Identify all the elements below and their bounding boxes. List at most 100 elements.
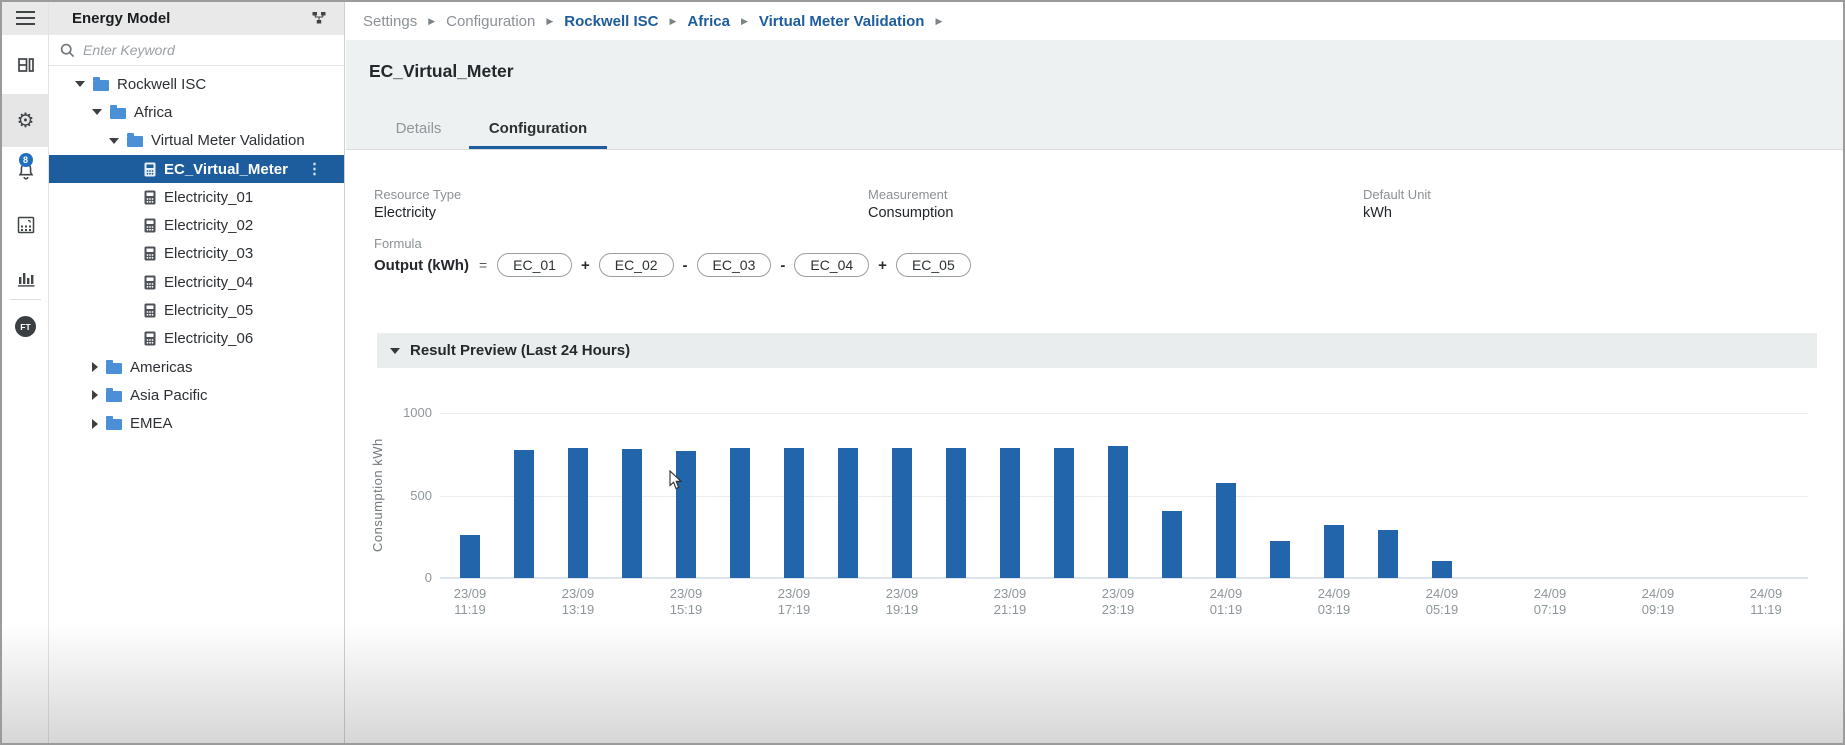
breadcrumb-item-virtual-meter-validation[interactable]: Virtual Meter Validation	[759, 13, 925, 30]
meter-panel-button[interactable]	[2, 207, 49, 247]
chart-bar	[460, 535, 480, 578]
tree-item-emea[interactable]: EMEA	[49, 410, 344, 438]
energy-model-tree: Rockwell ISC Africa Virtual Meter Validati…	[49, 70, 344, 438]
chart-bar	[1000, 448, 1020, 578]
energy-model-sidebar: Energy Model Rockwell ISC Africa Virtual M…	[49, 2, 345, 743]
chart-bar	[1216, 483, 1236, 578]
analytics-button[interactable]	[2, 260, 49, 300]
factorytalk-logo[interactable]: FT	[15, 316, 36, 337]
tree-item-label: Virtual Meter Validation	[151, 132, 305, 149]
field-value: Electricity	[374, 205, 461, 221]
tree-item-electricity-03[interactable]: Electricity_03	[49, 240, 344, 268]
icon-rail: ⚙ 8	[2, 2, 49, 743]
settings-button[interactable]: ⚙	[2, 100, 49, 140]
breadcrumb-item-africa[interactable]: Africa	[687, 13, 730, 30]
tree-item-label: Africa	[134, 104, 172, 121]
formula-chip-ec-05[interactable]: EC_05	[896, 253, 971, 277]
folder-icon	[110, 108, 126, 119]
x-tick-date: 24/09	[1397, 586, 1487, 602]
x-tick-label: 23/0911:19	[425, 586, 515, 618]
tree-item-electricity-02[interactable]: Electricity_02	[49, 211, 344, 239]
x-tick-label: 23/0917:19	[749, 586, 839, 618]
tree-item-electricity-05[interactable]: Electricity_05	[49, 296, 344, 324]
caret-right-icon[interactable]	[92, 419, 98, 429]
meter-icon	[144, 303, 156, 318]
breadcrumb-item-configuration[interactable]: Configuration	[446, 13, 535, 30]
meter-icon	[144, 162, 156, 177]
hamburger-menu-button[interactable]	[2, 0, 49, 40]
tree-item-label: Electricity_03	[164, 245, 253, 262]
breadcrumb-separator-icon: ▶	[935, 16, 942, 27]
sidebar-search	[49, 35, 344, 66]
tab-details[interactable]: Details	[376, 107, 461, 149]
formula-chip-ec-03[interactable]: EC_03	[697, 253, 772, 277]
notifications-button[interactable]: 8	[2, 153, 49, 193]
x-tick-time: 11:19	[1721, 602, 1811, 618]
tree-item-africa[interactable]: Africa	[49, 98, 344, 126]
search-input[interactable]	[83, 42, 303, 58]
x-tick-time: 19:19	[857, 602, 947, 618]
gear-icon: ⚙	[17, 108, 35, 133]
result-preview-header[interactable]: Result Preview (Last 24 Hours)	[377, 333, 1817, 368]
sidebar-title: Energy Model	[72, 10, 170, 27]
chart-bar	[1108, 446, 1128, 578]
x-tick-label: 24/0901:19	[1181, 586, 1271, 618]
tab-configuration[interactable]: Configuration	[469, 107, 607, 149]
page-header: EC_Virtual_Meter Details Configuration	[346, 40, 1843, 150]
kebab-menu-icon[interactable]: ⋮	[307, 162, 322, 177]
chart-bar	[1054, 448, 1074, 578]
chart-bar	[1270, 541, 1290, 578]
chart-bar	[946, 448, 966, 578]
breadcrumb-item-rockwell-isc[interactable]: Rockwell ISC	[564, 13, 658, 30]
chart-bar	[514, 450, 534, 578]
caret-down-icon[interactable]	[75, 81, 85, 87]
tree-item-electricity-04[interactable]: Electricity_04	[49, 268, 344, 296]
formula-chip-ec-01[interactable]: EC_01	[497, 253, 572, 277]
tree-item-asia-pacific[interactable]: Asia Pacific	[49, 381, 344, 409]
caret-down-icon[interactable]	[92, 109, 102, 115]
x-tick-time: 21:19	[965, 602, 1055, 618]
x-tick-date: 23/09	[857, 586, 947, 602]
tree-item-rockwell-isc[interactable]: Rockwell ISC	[49, 70, 344, 98]
app-window: ⚙ 8	[0, 0, 1845, 745]
breadcrumb-item-settings[interactable]: Settings	[363, 13, 417, 30]
folder-icon	[93, 80, 109, 91]
tree-item-virtual-meter-validation[interactable]: Virtual Meter Validation	[49, 127, 344, 155]
rail-divider	[10, 299, 41, 300]
tree-item-label: Electricity_06	[164, 330, 253, 347]
caret-right-icon[interactable]	[92, 390, 98, 400]
x-tick-label: 24/0909:19	[1613, 586, 1703, 618]
formula-output-label: Output (kWh)	[374, 257, 469, 274]
tree-item-electricity-06[interactable]: Electricity_06	[49, 325, 344, 353]
formula-chip-ec-04[interactable]: EC_04	[794, 253, 869, 277]
x-tick-time: 05:19	[1397, 602, 1487, 618]
search-icon	[60, 43, 75, 58]
formula-terms: EC_01+EC_02-EC_03-EC_04+EC_05	[497, 253, 971, 277]
x-tick-time: 17:19	[749, 602, 839, 618]
tree-item-ec-virtual-meter[interactable]: EC_Virtual_Meter⋮	[49, 155, 344, 183]
chart-bar	[1162, 511, 1182, 578]
caret-right-icon[interactable]	[92, 362, 98, 372]
y-tick-label: 1000	[387, 405, 432, 420]
x-tick-time: 11:19	[425, 602, 515, 618]
formula-operator: -	[683, 257, 688, 274]
meter-icon	[144, 218, 156, 233]
tree-item-label: Electricity_05	[164, 302, 253, 319]
formula-chip-ec-02[interactable]: EC_02	[599, 253, 674, 277]
chart-bar	[1378, 530, 1398, 578]
tree-item-label: Rockwell ISC	[117, 76, 206, 93]
formula-operator: -	[780, 257, 785, 274]
folder-icon	[127, 136, 143, 147]
caret-down-icon[interactable]	[109, 138, 119, 144]
x-tick-time: 15:19	[641, 602, 731, 618]
tree-item-electricity-01[interactable]: Electricity_01	[49, 183, 344, 211]
x-tick-date: 23/09	[965, 586, 1055, 602]
folder-icon	[106, 363, 122, 374]
hierarchy-icon[interactable]	[310, 9, 328, 27]
x-tick-label: 23/0915:19	[641, 586, 731, 618]
x-tick-label: 23/0913:19	[533, 586, 623, 618]
dashboard-button[interactable]	[2, 47, 49, 87]
meter-icon	[144, 246, 156, 261]
tree-item-americas[interactable]: Americas	[49, 353, 344, 381]
tree-item-label: Asia Pacific	[130, 387, 208, 404]
